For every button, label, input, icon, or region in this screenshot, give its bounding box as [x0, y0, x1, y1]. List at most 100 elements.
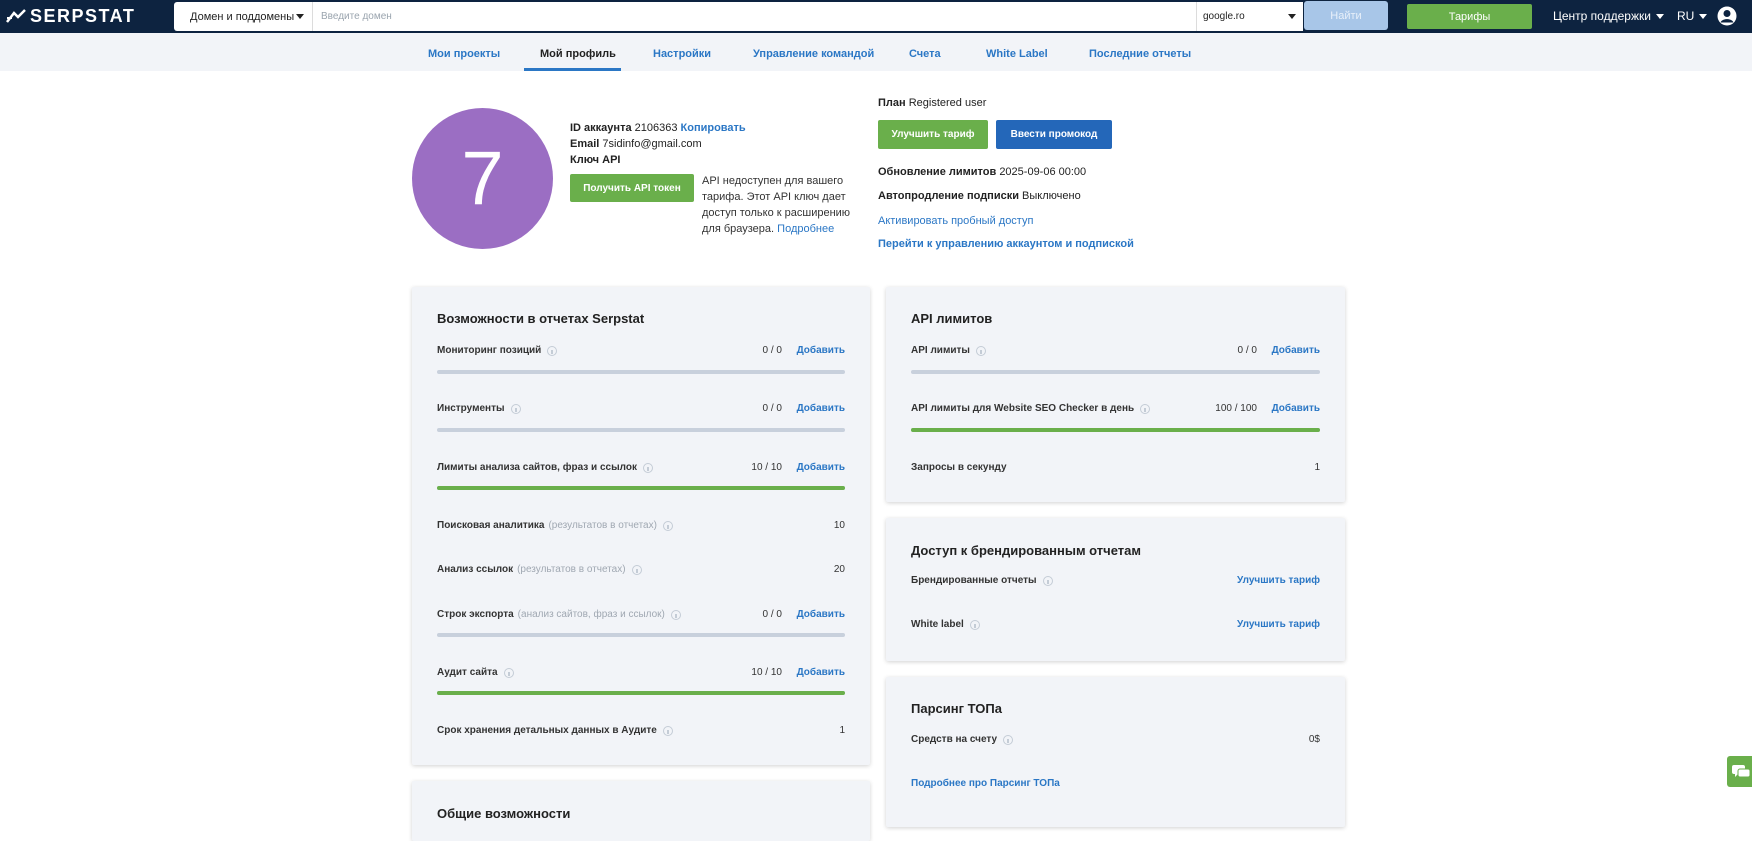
progress-bar — [911, 428, 1320, 432]
api-limits-card: API лимитов API лимиты 0 / 0 Добавить AP… — [886, 287, 1345, 502]
info-icon[interactable] — [670, 609, 681, 620]
row-value: 0 / 0 — [1237, 345, 1257, 356]
logo-text: SERPSTAT — [30, 5, 136, 26]
email-label: Email — [570, 138, 600, 150]
add-link[interactable]: Добавить — [797, 609, 845, 620]
info-icon[interactable] — [969, 619, 980, 630]
row-label-analysis-limits: Лимиты анализа сайтов, фраз и ссылок — [437, 462, 653, 473]
info-icon[interactable] — [1042, 575, 1053, 586]
add-link[interactable]: Добавить — [797, 462, 845, 473]
plan-value: Registered user — [908, 97, 987, 109]
upgrade-plan-link[interactable]: Улучшить тариф — [1237, 575, 1320, 586]
add-link[interactable]: Добавить — [1272, 403, 1320, 414]
domain-search-input[interactable] — [313, 2, 1196, 31]
get-api-token-button[interactable]: Получить API токен — [570, 174, 694, 202]
info-icon[interactable] — [503, 667, 514, 678]
general-card-title: Общие возможности — [437, 806, 571, 821]
account-id-label: ID аккаунта — [570, 122, 632, 134]
limits-update-label: Обновление лимитов — [878, 166, 997, 178]
autorenew-row: Автопродление подписки Выключено — [878, 190, 1081, 202]
row-value: 10 / 10 — [751, 667, 782, 678]
tab-recent-reports[interactable]: Последние отчеты — [1089, 48, 1191, 60]
row-value: 100 / 100 — [1215, 403, 1257, 414]
row-label: Поисковая аналитика — [437, 520, 545, 531]
support-label: Центр поддержки — [1553, 9, 1651, 23]
tab-white-label[interactable]: White Label — [986, 48, 1048, 60]
info-icon[interactable] — [547, 345, 558, 356]
enter-promo-button[interactable]: Ввести промокод — [996, 120, 1112, 149]
tab-my-profile[interactable]: Мой профиль — [540, 48, 616, 60]
row-label: White label — [911, 619, 964, 630]
chevron-down-icon — [1699, 13, 1708, 19]
tab-team-management[interactable]: Управление командой — [753, 48, 874, 60]
logo-icon — [6, 9, 26, 23]
tab-invoices[interactable]: Счета — [909, 48, 941, 60]
info-icon[interactable] — [662, 520, 673, 531]
add-link[interactable]: Добавить — [797, 403, 845, 414]
reports-card-title: Возможности в отчетах Serpstat — [437, 311, 645, 326]
info-icon[interactable] — [975, 345, 986, 356]
row-value: 1 — [839, 725, 845, 736]
plan-row: План Registered user — [878, 97, 986, 109]
info-icon[interactable] — [1003, 734, 1014, 745]
row-label-tools: Инструменты — [437, 403, 521, 414]
api-note: API недоступен для вашего тарифа. Этот A… — [702, 173, 857, 237]
info-icon[interactable] — [1140, 403, 1151, 414]
add-link[interactable]: Добавить — [1272, 345, 1320, 356]
api-more-link[interactable]: Подробнее — [777, 223, 834, 235]
plan-label: План — [878, 97, 906, 109]
row-label-export-rows: Строк экспорта (анализ сайтов, фраз и ссы… — [437, 609, 681, 620]
tab-my-projects[interactable]: Мои проекты — [428, 48, 500, 60]
upgrade-plan-button[interactable]: Улучшить тариф — [878, 120, 988, 149]
progress-bar — [437, 691, 845, 695]
progress-bar — [437, 428, 845, 432]
row-label-api-limits: API лимиты — [911, 345, 986, 356]
add-link[interactable]: Добавить — [797, 667, 845, 678]
serpstat-logo[interactable]: SERPSTAT — [6, 6, 135, 26]
autorenew-label: Автопродление подписки — [878, 190, 1019, 202]
domain-type-select[interactable]: Домен и поддомены — [174, 2, 313, 31]
row-label-white-label: White label — [911, 619, 980, 630]
add-link[interactable]: Добавить — [797, 345, 845, 356]
account-id-row: ID аккаунта 2106363 Копировать — [570, 122, 746, 134]
profile-tabs: Мои проекты Мой профиль Настройки Управл… — [0, 33, 1752, 71]
info-icon[interactable] — [631, 564, 642, 575]
progress-bar — [437, 370, 845, 374]
row-label-seo-checker-limits: API лимиты для Website SEO Checker в ден… — [911, 403, 1151, 414]
top-bar: SERPSTAT Домен и поддомены google.ro Най… — [0, 0, 1752, 33]
row-label: Срок хранения детальных данных в Аудите — [437, 725, 657, 736]
account-id-value: 2106363 — [634, 122, 678, 134]
search-engine-select[interactable]: google.ro — [1196, 2, 1303, 31]
row-sublabel: (анализ сайтов, фраз и ссылок) — [517, 609, 665, 620]
row-value: 10 / 10 — [751, 462, 782, 473]
info-icon[interactable] — [510, 403, 521, 414]
active-tab-indicator — [524, 68, 621, 71]
language-select[interactable]: RU — [1677, 9, 1708, 23]
activate-trial-link[interactable]: Активировать пробный доступ — [878, 215, 1033, 227]
language-label: RU — [1677, 9, 1695, 23]
chat-icon — [1732, 765, 1751, 778]
info-icon[interactable] — [662, 725, 673, 736]
info-icon[interactable] — [642, 462, 653, 473]
chat-widget-button[interactable] — [1727, 756, 1752, 787]
row-label: Брендированные отчеты — [911, 575, 1037, 586]
reports-capabilities-card: Возможности в отчетах Serpstat Мониторин… — [412, 287, 870, 765]
upgrade-plan-link[interactable]: Улучшить тариф — [1237, 619, 1320, 630]
support-center-menu[interactable]: Центр поддержки — [1553, 9, 1664, 23]
row-label: Средств на счету — [911, 734, 998, 745]
tariffs-button[interactable]: Тарифы — [1407, 4, 1532, 29]
row-label-search-analytics: Поисковая аналитика (результатов в отчета… — [437, 520, 673, 531]
find-button[interactable]: Найти — [1304, 1, 1388, 30]
manage-account-link[interactable]: Перейти к управлению аккаунтом и подписк… — [878, 238, 1134, 250]
copy-id-link[interactable]: Копировать — [681, 122, 746, 134]
row-label: Анализ ссылок — [437, 564, 514, 575]
row-label-backlink-analysis: Анализ ссылок (результатов в отчетах) — [437, 564, 642, 575]
user-avatar-icon[interactable] — [1717, 6, 1737, 26]
parsing-more-link[interactable]: Подробнее про Парсинг ТОПа — [911, 778, 1060, 789]
tab-settings[interactable]: Настройки — [653, 48, 711, 60]
row-sublabel: (результатов в отчетах) — [517, 564, 626, 575]
branded-reports-card: Доступ к брендированным отчетам Брендиро… — [886, 518, 1345, 661]
row-label: Аудит сайта — [437, 667, 498, 678]
general-capabilities-card: Общие возможности — [412, 781, 870, 841]
row-value: 1 — [1314, 462, 1320, 473]
